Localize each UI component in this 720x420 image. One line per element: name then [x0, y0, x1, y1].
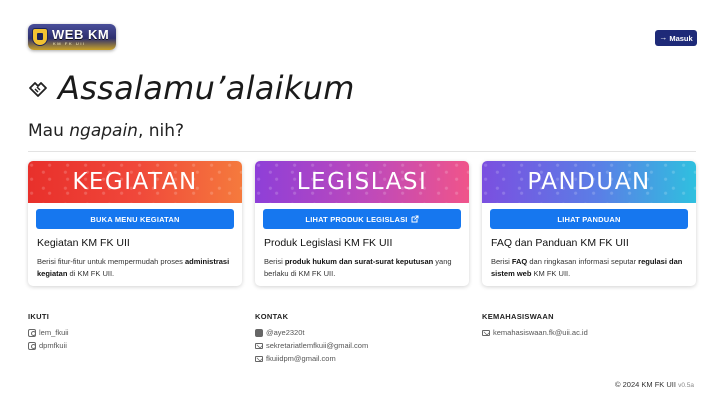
login-button-label: Masuk: [669, 33, 693, 43]
greeting-text: Assalamu’alaikum: [58, 69, 355, 107]
login-button[interactable]: → Masuk: [655, 30, 697, 46]
view-panduan-button[interactable]: LIHAT PANDUAN: [490, 209, 688, 229]
card-title: FAQ dan Panduan KM FK UII: [491, 237, 629, 249]
footer-link-instagram-dpm[interactable]: dpmfkuii: [28, 339, 69, 352]
banner-label: LEGISLASI: [296, 169, 428, 195]
handshake-icon: [29, 82, 47, 97]
footer-link-text: @aye2320t: [266, 328, 305, 337]
copyright: © 2024 KM FK UII v0.5a: [615, 380, 694, 389]
button-label: LIHAT PRODUK LEGISLASI: [305, 214, 408, 224]
footer-link-text: kemahasiswaan.fk@uii.ac.id: [493, 328, 588, 337]
footer-link-text: fkuiidpm@gmail.com: [266, 354, 336, 363]
card-banner-panduan: PANDUAN: [482, 161, 696, 203]
card-banner-legislasi: LEGISLASI: [255, 161, 469, 203]
view-legislasi-button[interactable]: LIHAT PRODUK LEGISLASI: [263, 209, 461, 229]
instagram-icon: [28, 328, 36, 337]
copyright-text: © 2024 KM FK UII: [615, 380, 676, 389]
top-bar: WEB KM KM FK UII → Masuk: [0, 0, 720, 60]
footer-link-instagram-lem[interactable]: lem_fkuii: [28, 326, 69, 339]
card-legislasi: LEGISLASI LIHAT PRODUK LEGISLASI Produk …: [255, 161, 469, 286]
mail-icon: [255, 355, 263, 362]
footer-link-email-lem[interactable]: sekretariatlemfkuii@gmail.com: [255, 339, 368, 352]
footer-heading: KEMAHASISWAAN: [482, 312, 554, 321]
logo-text: WEB KM: [52, 27, 110, 42]
footer-link-line[interactable]: @aye2320t: [255, 326, 368, 339]
chat-icon: [255, 328, 263, 337]
card-title: Kegiatan KM FK UII: [37, 237, 130, 249]
subtitle-emphasis: ngapain: [69, 121, 138, 141]
card-title: Produk Legislasi KM FK UII: [264, 237, 393, 249]
mail-icon: [482, 329, 490, 336]
footer-kemahasiswaan: KEMAHASISWAAN kemahasiswaan.fk@uii.ac.id: [482, 312, 588, 339]
card-description: Berisi fitur-fitur untuk mempermudah pro…: [37, 257, 230, 278]
button-label: BUKA MENU KEGIATAN: [90, 214, 180, 224]
card-description: Berisi produk hukum dan surat-surat kepu…: [264, 257, 452, 278]
instagram-icon: [28, 341, 36, 350]
footer-heading: KONTAK: [255, 312, 289, 321]
site-logo[interactable]: WEB KM KM FK UII: [28, 24, 116, 50]
footer-ikuti: IKUTI lem_fkuii dpmfkuii: [28, 312, 69, 352]
footer-link-text: dpmfkuii: [39, 341, 67, 350]
sign-in-icon: →: [659, 33, 668, 42]
card-kegiatan: KEGIATAN BUKA MENU KEGIATAN Kegiatan KM …: [28, 161, 242, 286]
subtitle-suffix: , nih?: [137, 121, 185, 141]
greeting: Assalamu’alaikum: [28, 68, 355, 108]
divider: [28, 151, 696, 152]
logo-subtext: KM FK UII: [53, 41, 86, 46]
page-subtitle: Mau ngapain, nih?: [28, 121, 184, 141]
card-panduan: PANDUAN LIHAT PANDUAN FAQ dan Panduan KM…: [482, 161, 696, 286]
uii-emblem-icon: [32, 28, 48, 46]
open-kegiatan-button[interactable]: BUKA MENU KEGIATAN: [36, 209, 234, 229]
button-label: LIHAT PANDUAN: [557, 214, 621, 224]
footer-link-text: sekretariatlemfkuii@gmail.com: [266, 341, 369, 350]
banner-label: KEGIATAN: [72, 169, 198, 195]
card-banner-kegiatan: KEGIATAN: [28, 161, 242, 203]
card-description: Berisi FAQ dan ringkasan informasi seput…: [491, 257, 683, 278]
subtitle-prefix: Mau: [28, 121, 70, 141]
external-link-icon: [411, 215, 419, 223]
banner-label: PANDUAN: [527, 169, 651, 195]
footer-link-text: lem_fkuii: [39, 328, 69, 337]
mail-icon: [255, 342, 263, 349]
footer-kontak: KONTAK @aye2320t sekretariatlemfkuii@gma…: [255, 312, 368, 365]
version-text: v0.5a: [678, 382, 694, 389]
footer-heading: IKUTI: [28, 312, 50, 321]
footer-link-email-kemahasiswaan[interactable]: kemahasiswaan.fk@uii.ac.id: [482, 326, 588, 339]
footer-link-email-dpm[interactable]: fkuiidpm@gmail.com: [255, 352, 368, 365]
